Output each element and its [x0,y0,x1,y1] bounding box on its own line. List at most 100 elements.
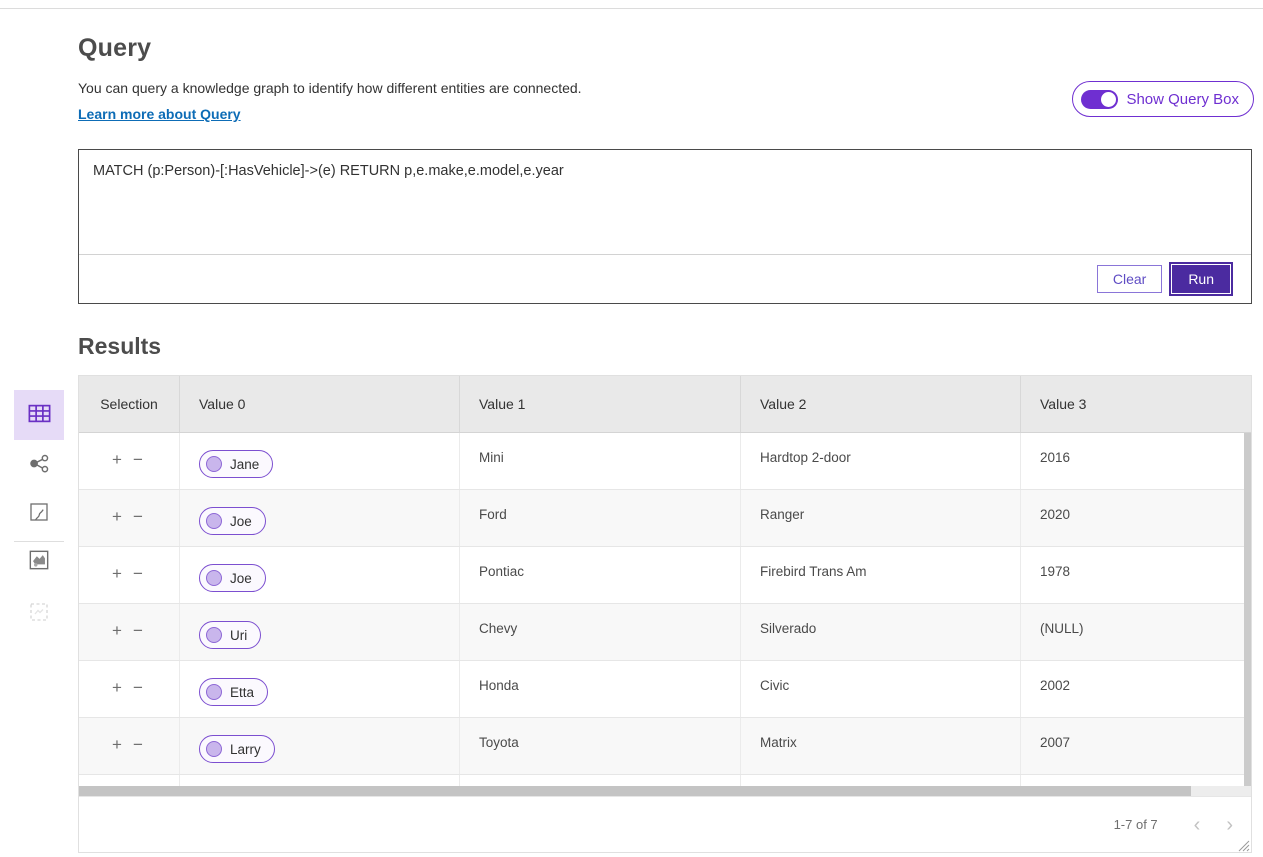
value2-cell: Silverado [741,604,1021,660]
table-view-button[interactable] [14,390,64,440]
row-selection-cell: + − [79,490,180,546]
column-header-value3: Value 3 [1021,376,1251,432]
value3-cell: 2016 [1021,433,1251,489]
value3-cell: (NULL) [1021,604,1251,660]
value1-cell: Ford [460,490,741,546]
scene-view-icon [26,547,52,576]
value3-cell: 2007 [1021,718,1251,774]
results-title: Results [78,333,1252,360]
entity-label: Larry [230,742,261,757]
disabled-view-icon [27,600,51,627]
table-row: + − Larry Toyota Matrix 2007 [79,718,1251,775]
table-row: + − Uri Chevy Silverado (NULL) [79,604,1251,661]
clear-button[interactable]: Clear [1097,265,1162,293]
table-row: + − Joe Pontiac Firebird Trans Am 1978 [79,547,1251,604]
table-view-icon [26,400,53,430]
remove-from-selection-button[interactable]: − [133,453,143,467]
remove-from-selection-button[interactable]: − [133,681,143,695]
value2-cell [741,775,1021,786]
value1-cell: Honda [460,661,741,717]
learn-more-link[interactable]: Learn more about Query [78,106,241,122]
remove-from-selection-button[interactable]: − [133,510,143,524]
entity-icon [206,627,222,643]
row-selection-cell [79,775,180,786]
entity-label: Uri [230,628,247,643]
entity-pill[interactable]: Etta [199,678,268,706]
row-selection-cell: + − [79,547,180,603]
entity-label: Joe [230,514,252,529]
value1-cell: Pontiac [460,547,741,603]
entity-icon [206,684,222,700]
value1-cell: Chevy [460,604,741,660]
table-body: + − Jane Mini Hardtop 2-door 2016 + − [79,433,1251,786]
table-row: + − Etta Honda Civic 2002 [79,661,1251,718]
row-selection-cell: + − [79,661,180,717]
results-table: Selection Value 0 Value 1 Value 2 Value … [78,375,1252,853]
entity-cell [180,775,460,786]
entity-label: Jane [230,457,259,472]
link-chart-view-button[interactable] [14,452,64,478]
map-view-icon [27,500,51,527]
query-box: MATCH (p:Person)-[:HasVehicle]->(e) RETU… [78,149,1252,304]
run-button[interactable]: Run [1172,265,1230,293]
query-actions: Clear Run [79,254,1251,303]
vertical-scrollbar[interactable] [1244,433,1251,786]
next-page-button[interactable]: › [1222,815,1237,835]
value1-cell: Mini [460,433,741,489]
disabled-view-button[interactable] [14,600,64,626]
entity-pill[interactable]: Larry [199,735,275,763]
value3-cell: 2020 [1021,490,1251,546]
map-view-button[interactable] [14,500,64,526]
entity-cell: Jane [180,433,460,489]
horizontal-scrollbar-thumb[interactable] [79,786,1191,796]
value2-cell: Hardtop 2-door [741,433,1021,489]
entity-cell: Larry [180,718,460,774]
value1-cell: Toyota [460,718,741,774]
pagination-range-label: 1-7 of 7 [1114,817,1158,832]
add-to-selection-button[interactable]: + [112,510,122,524]
column-header-selection: Selection [79,376,180,432]
show-query-box-toggle[interactable]: Show Query Box [1072,81,1254,117]
entity-pill[interactable]: Uri [199,621,261,649]
entity-pill[interactable]: Joe [199,564,266,592]
column-header-value0: Value 0 [180,376,460,432]
add-to-selection-button[interactable]: + [112,453,122,467]
table-header-row: Selection Value 0 Value 1 Value 2 Value … [79,376,1251,433]
entity-icon [206,456,222,472]
remove-from-selection-button[interactable]: − [133,738,143,752]
add-to-selection-button[interactable]: + [112,681,122,695]
table-row: + − Joe Ford Ranger 2020 [79,490,1251,547]
value2-cell: Civic [741,661,1021,717]
entity-label: Joe [230,571,252,586]
value2-cell: Matrix [741,718,1021,774]
row-selection-cell: + − [79,718,180,774]
entity-icon [206,570,222,586]
value2-cell: Firebird Trans Am [741,547,1021,603]
horizontal-scrollbar-track[interactable] [79,786,1251,796]
column-header-value1: Value 1 [460,376,741,432]
entity-pill[interactable]: Jane [199,450,273,478]
add-to-selection-button[interactable]: + [112,738,122,752]
entity-cell: Joe [180,547,460,603]
textarea-resize-handle[interactable] [1238,839,1250,851]
table-row: + − Jane Mini Hardtop 2-door 2016 [79,433,1251,490]
value3-cell [1021,775,1251,786]
entity-icon [206,513,222,529]
entity-pill[interactable]: Joe [199,507,266,535]
entity-icon [206,741,222,757]
remove-from-selection-button[interactable]: − [133,567,143,581]
entity-label: Etta [230,685,254,700]
toggle-switch-icon [1081,90,1118,109]
row-selection-cell: + − [79,604,180,660]
add-to-selection-button[interactable]: + [112,567,122,581]
remove-from-selection-button[interactable]: − [133,624,143,638]
toggle-label: Show Query Box [1126,91,1239,108]
scene-view-button[interactable] [14,548,64,574]
query-page: Query You can query a knowledge graph to… [78,8,1252,853]
page-title: Query [78,34,1252,63]
add-to-selection-button[interactable]: + [112,624,122,638]
query-textarea[interactable]: MATCH (p:Person)-[:HasVehicle]->(e) RETU… [79,150,1251,254]
previous-page-button[interactable]: ‹ [1190,815,1205,835]
table-footer: 1-7 of 7 ‹ › [79,796,1251,852]
link-chart-view-icon [27,451,52,479]
